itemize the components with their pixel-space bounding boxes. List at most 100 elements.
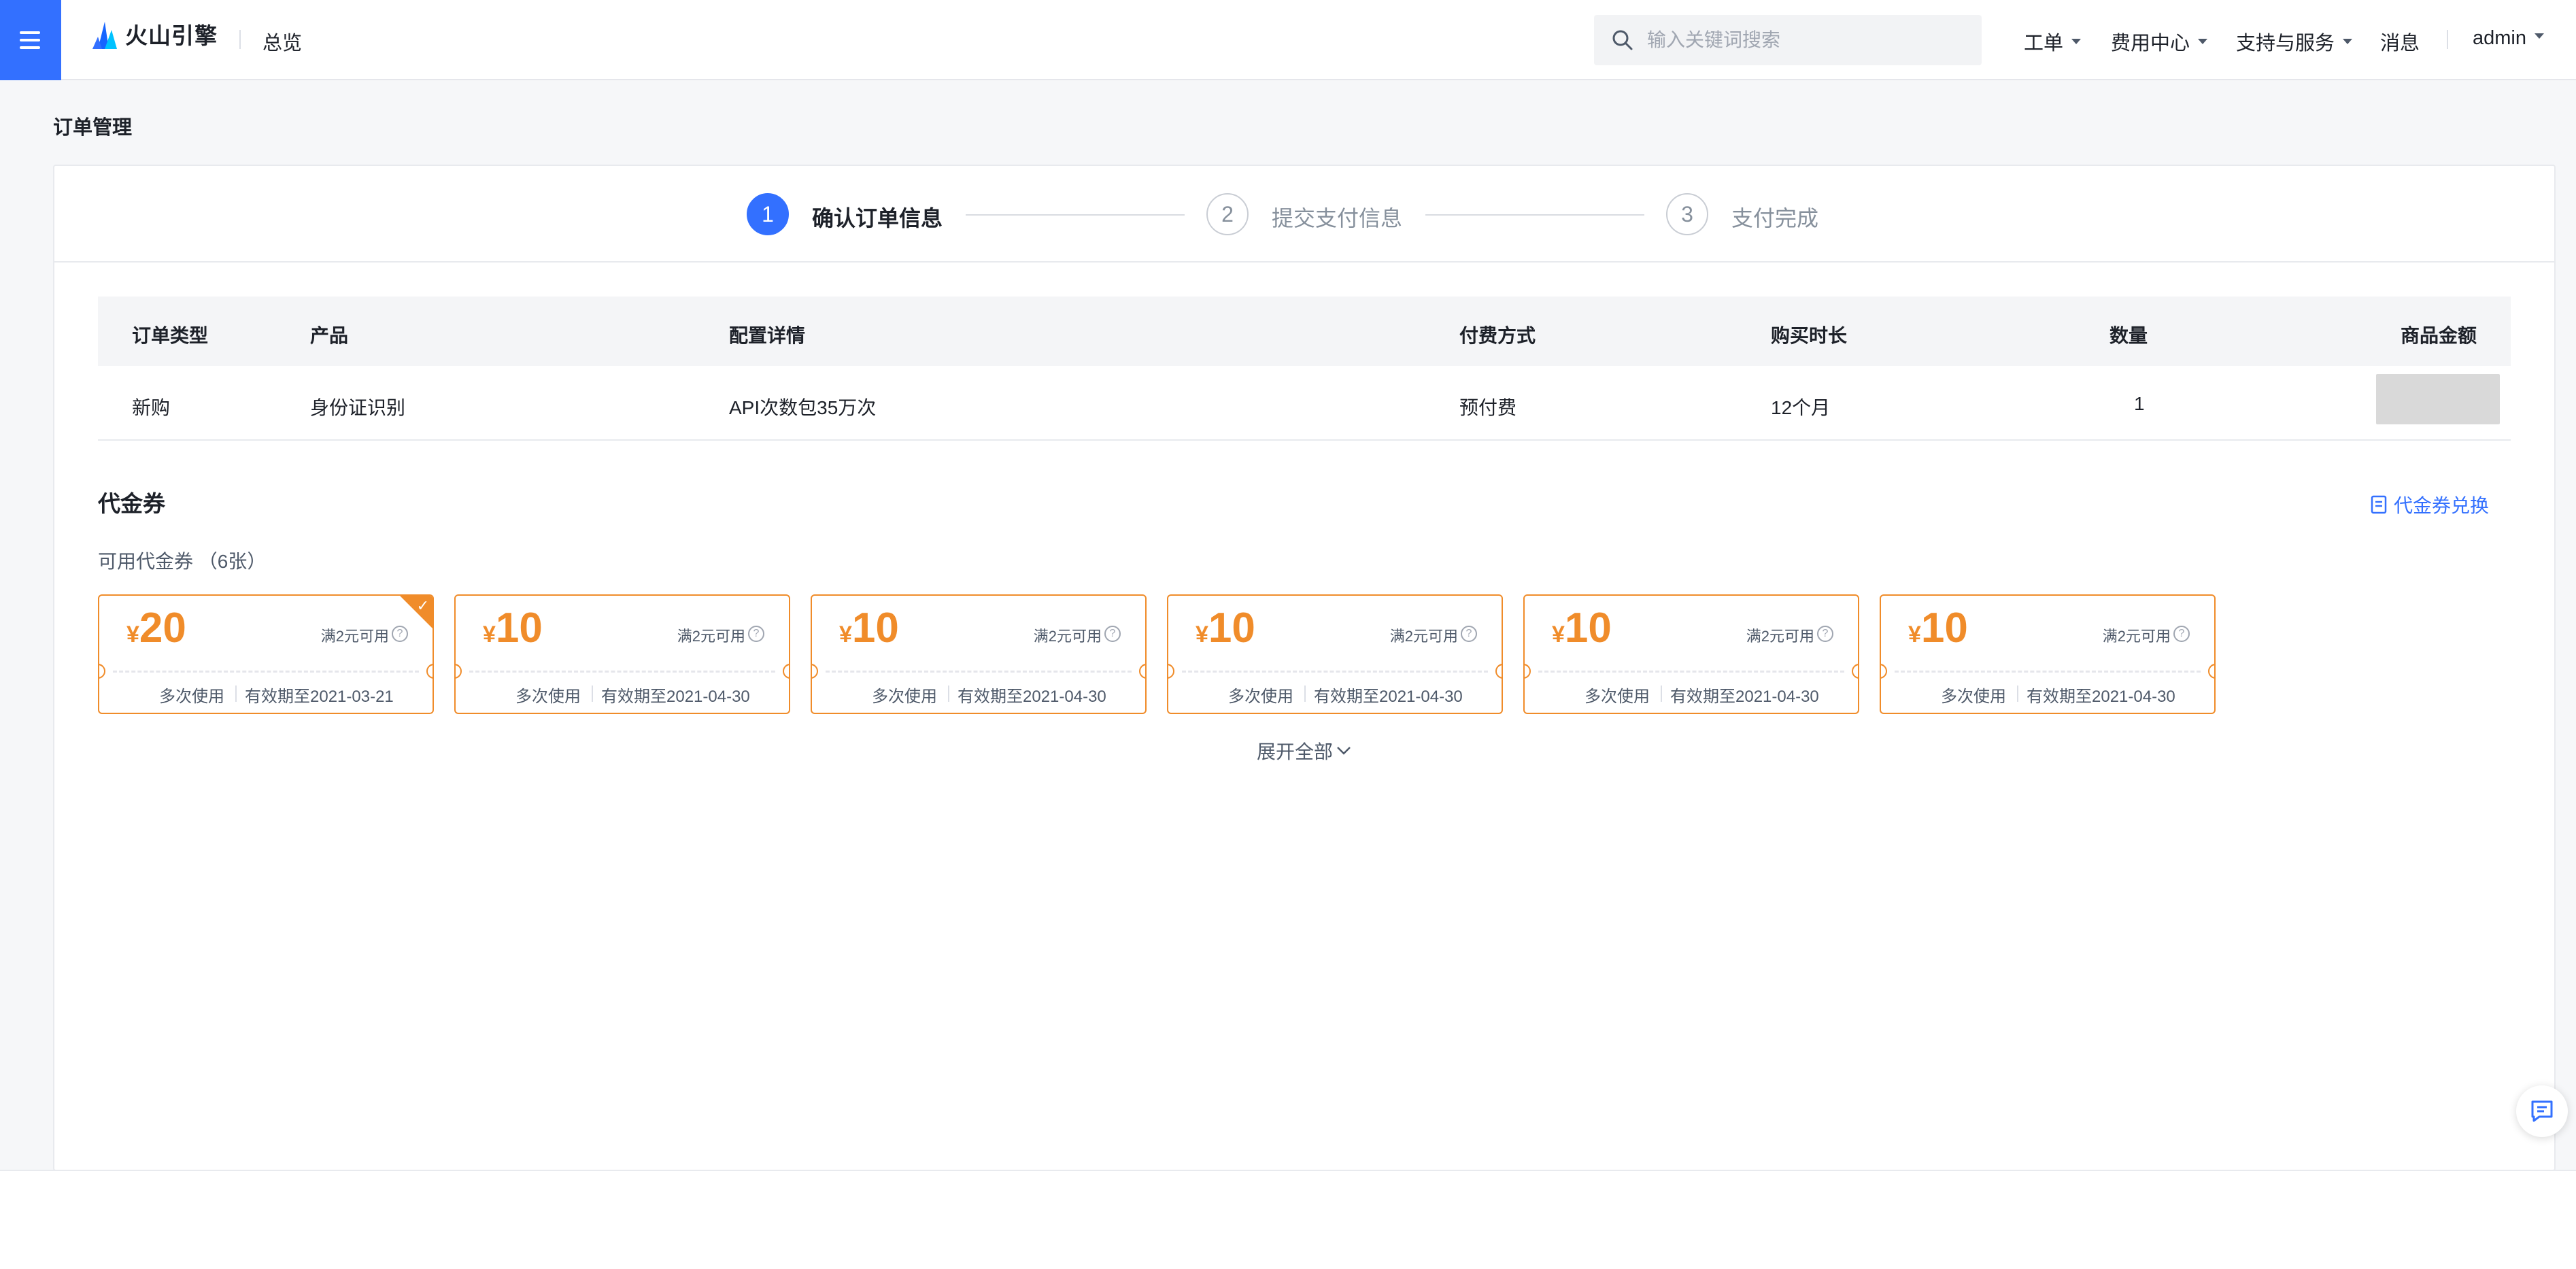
coupon-notch — [456, 664, 462, 679]
cell-amount-redacted — [2376, 374, 2500, 424]
coupon-expiry: 有效期至2021-04-30 — [1670, 688, 1819, 706]
step-connector — [1425, 214, 1644, 216]
chevron-down-icon — [2198, 39, 2208, 45]
menu-icon[interactable] — [0, 0, 61, 80]
divider — [239, 30, 241, 49]
coupon-usage: 多次使用 — [515, 688, 581, 706]
expand-all-button[interactable]: 展开全部 — [1257, 737, 1352, 764]
col-product: 产品 — [310, 325, 349, 346]
step-1-circle: 1 — [747, 193, 789, 235]
divider — [1304, 686, 1306, 702]
currency-symbol: ¥ — [483, 622, 496, 647]
coupon-divider — [1538, 671, 1844, 673]
chevron-down-icon — [2071, 39, 2082, 45]
coupon-notch — [1495, 664, 1502, 679]
coupon-value: 10 — [851, 605, 899, 652]
order-card: 1 确认订单信息 2 提交支付信息 3 支付完成 订单类型 产品 配置详情 付费… — [53, 165, 2556, 1171]
coupon-notch — [783, 664, 789, 679]
coupon-usage: 多次使用 — [872, 688, 937, 706]
coupon-notch — [812, 664, 818, 679]
coupon-expiry: 有效期至2021-03-21 — [245, 688, 394, 706]
coupon-card[interactable]: ¥10 满2元可用? 多次使用 有效期至2021-04-30 — [1523, 594, 1859, 714]
available-coupons-label: 可用代金券 （6张） — [98, 551, 267, 572]
coupon-amount: ¥10 — [839, 604, 899, 652]
cell-product: 身份证识别 — [310, 397, 406, 418]
volcano-logo-icon — [92, 22, 117, 49]
coupon-card[interactable]: ¥10 满2元可用? 多次使用 有效期至2021-04-30 — [454, 594, 790, 714]
coupon-section-title: 代金券 — [98, 491, 165, 516]
col-order-type: 订单类型 — [132, 325, 209, 346]
nav-support[interactable]: 支持与服务 — [2236, 27, 2353, 56]
cell-duration: 12个月 — [1771, 397, 1831, 418]
coupon-condition: 满2元可用 — [320, 628, 389, 645]
chevron-down-icon — [2343, 39, 2353, 45]
nav-billing-label: 费用中心 — [2111, 33, 2190, 54]
user-menu[interactable]: admin — [2473, 27, 2544, 50]
table-header: 订单类型 产品 配置详情 付费方式 购买时长 数量 商品金额 — [98, 297, 2511, 366]
coupon-card[interactable]: ¥10 满2元可用? 多次使用 有效期至2021-04-30 — [811, 594, 1147, 714]
search-input[interactable] — [1647, 15, 1967, 65]
coupon-card[interactable]: ¥10 满2元可用? 多次使用 有效期至2021-04-30 — [1880, 594, 2216, 714]
check-icon: ✓ — [416, 597, 429, 614]
coupon-notch — [99, 664, 105, 679]
col-duration: 购买时长 — [1771, 325, 1848, 346]
coupon-condition: 满2元可用 — [1746, 628, 1814, 645]
nav-overview[interactable]: 总览 — [262, 27, 302, 56]
coupon-divider — [469, 671, 775, 673]
step-3-circle: 3 — [1666, 193, 1708, 235]
table-row: 新购 身份证识别 API次数包35万次 预付费 12个月 1 — [98, 366, 2511, 441]
coupon-exchange-link[interactable]: 代金券兑换 — [2371, 491, 2489, 518]
currency-symbol: ¥ — [1196, 622, 1208, 647]
coupon-amount: ¥10 — [1196, 604, 1255, 652]
currency-symbol: ¥ — [1552, 622, 1565, 647]
col-amount: 商品金额 — [2400, 325, 2477, 346]
coupon-expiry: 有效期至2021-04-30 — [1314, 688, 1463, 706]
step-2-circle: 2 — [1206, 193, 1249, 235]
coupon-value: 10 — [1564, 605, 1612, 652]
currency-symbol: ¥ — [1908, 622, 1921, 647]
currency-symbol: ¥ — [126, 622, 139, 647]
steps-bar: 1 确认订单信息 2 提交支付信息 3 支付完成 — [54, 166, 2554, 263]
cell-config: API次数包35万次 — [729, 397, 877, 418]
coupon-notch — [1881, 664, 1887, 679]
nav-billing-center[interactable]: 费用中心 — [2111, 27, 2208, 56]
coupon-expiry: 有效期至2021-04-30 — [601, 688, 750, 706]
coupon-notch — [426, 664, 433, 679]
coupon-divider — [826, 671, 1132, 673]
coupon-value: 10 — [495, 605, 543, 652]
divider — [235, 686, 237, 702]
coupon-notch — [1852, 664, 1858, 679]
help-icon[interactable]: ? — [1461, 626, 1477, 642]
help-icon[interactable]: ? — [1817, 626, 1833, 642]
coupon-amount: ¥10 — [1908, 604, 1968, 652]
chevron-down-icon — [1337, 747, 1351, 755]
help-icon[interactable]: ? — [2173, 626, 2190, 642]
coupon-notch — [1525, 664, 1531, 679]
search-icon — [1612, 30, 1633, 50]
help-icon[interactable]: ? — [1104, 626, 1121, 642]
coupon-condition: 满2元可用 — [1033, 628, 1102, 645]
coupon-divider — [113, 671, 419, 673]
coupon-usage: 多次使用 — [1584, 688, 1650, 706]
top-navigation-bar: 火山引擎 总览 工单 费用中心 支持与服务 消息 admin — [0, 0, 2576, 80]
search-box[interactable] — [1594, 15, 1982, 65]
coupon-divider — [1895, 671, 2201, 673]
coupon-amount: ¥20 — [126, 604, 186, 652]
step-3-label: 支付完成 — [1731, 206, 1819, 231]
help-icon[interactable]: ? — [748, 626, 764, 642]
coupon-expiry: 有效期至2021-04-30 — [957, 688, 1106, 706]
coupon-condition: 满2元可用 — [677, 628, 745, 645]
nav-ticket[interactable]: 工单 — [2024, 27, 2082, 56]
feedback-button[interactable] — [2516, 1085, 2568, 1137]
col-quantity: 数量 — [2109, 325, 2148, 346]
brand-logo[interactable]: 火山引擎 — [92, 15, 218, 53]
col-config: 配置详情 — [729, 325, 806, 346]
divider — [1661, 686, 1662, 702]
nav-messages[interactable]: 消息 — [2380, 27, 2420, 56]
divider — [592, 686, 593, 702]
coupon-amount: ¥10 — [1552, 604, 1612, 652]
coupon-card[interactable]: ¥20 满2元可用? 多次使用 有效期至2021-03-21 ✓ — [98, 594, 434, 714]
brand-name: 火山引擎 — [125, 23, 218, 48]
coupon-card[interactable]: ¥10 满2元可用? 多次使用 有效期至2021-04-30 — [1167, 594, 1503, 714]
step-2-label: 提交支付信息 — [1272, 206, 1403, 231]
